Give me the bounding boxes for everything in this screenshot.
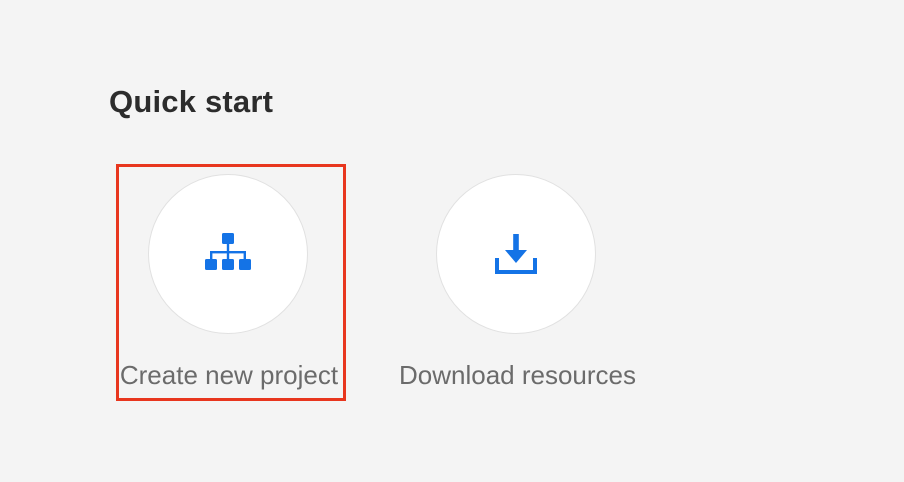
create-new-project-button[interactable]	[148, 174, 308, 334]
download-resources-tile[interactable]: Download resources	[399, 174, 637, 394]
download-icon	[495, 234, 537, 274]
create-new-project-tile[interactable]: Create new project	[111, 174, 347, 394]
download-resources-label: Download resources	[399, 360, 637, 390]
section-title: Quick start	[109, 84, 274, 119]
hierarchy-icon	[205, 233, 251, 275]
download-resources-button[interactable]	[436, 174, 596, 334]
quick-start-panel: Quick start Create new project Download …	[0, 0, 904, 482]
create-new-project-label: Create new project	[119, 360, 339, 390]
